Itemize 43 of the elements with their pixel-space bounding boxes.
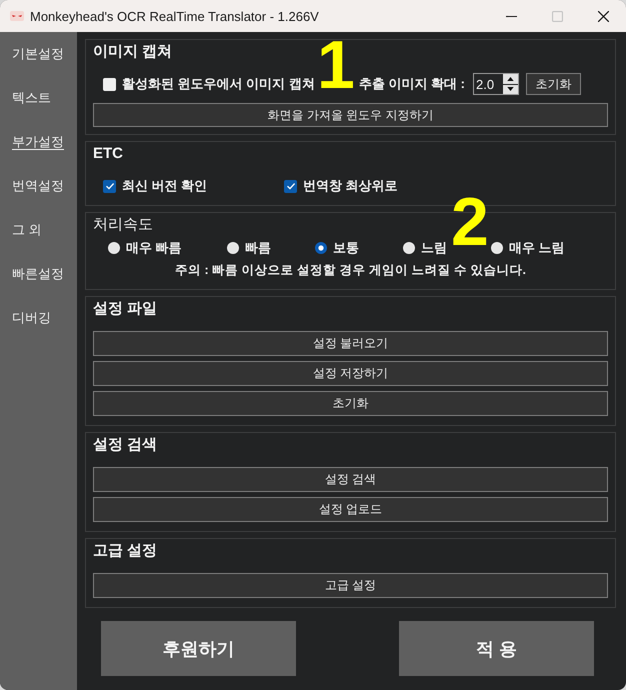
up-triangle-icon (507, 76, 514, 81)
option-checkbox[interactable]: 최신 버전 확인 (103, 177, 284, 195)
spin-down-button[interactable] (503, 84, 518, 94)
scale-label: 추출 이미지 확대 : (358, 75, 466, 93)
callout-number: 1 (317, 31, 355, 99)
action-button[interactable]: 초기화 (93, 391, 608, 416)
group-title: ETC (93, 144, 124, 164)
action-button[interactable]: 설정 저장하기 (93, 361, 608, 386)
capture-checkbox[interactable]: 활성화된 윈도우에서 이미지 캡쳐 (103, 75, 315, 93)
sidebar-item[interactable]: 빠른설정 (0, 252, 77, 296)
sidebar-item[interactable]: 디버깅 (0, 296, 77, 340)
footer-button[interactable]: 후원하기 (101, 621, 296, 676)
speed-radio[interactable]: 빠름 (227, 239, 315, 257)
footer-button[interactable]: 적 용 (399, 621, 594, 676)
sidebar-item[interactable]: 기본설정 (0, 32, 77, 76)
option-checkbox[interactable]: 번역창 최상위로 (284, 177, 398, 195)
select-window-button[interactable]: 화면을 가져올 윈도우 지정하기 (93, 103, 608, 127)
scale-spinbox[interactable]: 2.0 (473, 73, 520, 95)
close-icon (598, 10, 608, 22)
sidebar-item[interactable]: 번역설정 (0, 164, 77, 208)
warning-note: 주의 : 빠름 이상으로 설정할 경우 게임이 느려질 수 있습니다. (174, 262, 527, 279)
group-title: 처리속도 (93, 215, 154, 235)
speed-radio[interactable]: 매우 느림 (491, 239, 565, 257)
sidebar-item[interactable]: 그 외 (0, 208, 77, 252)
reset-button[interactable]: 초기화 (526, 73, 582, 95)
group-title: 설정 파일 (93, 299, 158, 319)
app-icon (10, 11, 24, 21)
callout-number: 2 (451, 188, 489, 256)
sidebar-item[interactable]: 부가설정 (0, 120, 77, 164)
maximize-icon (552, 10, 562, 22)
action-button[interactable]: 설정 검색 (93, 467, 608, 492)
group-title: 설정 검색 (93, 435, 158, 455)
group-title: 고급 설정 (93, 541, 158, 561)
action-button[interactable]: 설정 업로드 (93, 497, 608, 522)
group-title: 이미지 캡쳐 (93, 42, 174, 62)
action-button[interactable]: 설정 불러오기 (93, 331, 608, 356)
spin-up-button[interactable] (503, 74, 518, 84)
action-button[interactable]: 고급 설정 (93, 573, 608, 598)
down-triangle-icon (507, 87, 514, 92)
speed-radio[interactable]: 매우 빠름 (108, 239, 227, 257)
speed-radio[interactable]: 보통 (315, 239, 403, 257)
window-title: Monkeyhead's OCR RealTime Translator - 1.266V (30, 8, 319, 24)
sidebar-item[interactable]: 텍스트 (0, 76, 77, 120)
